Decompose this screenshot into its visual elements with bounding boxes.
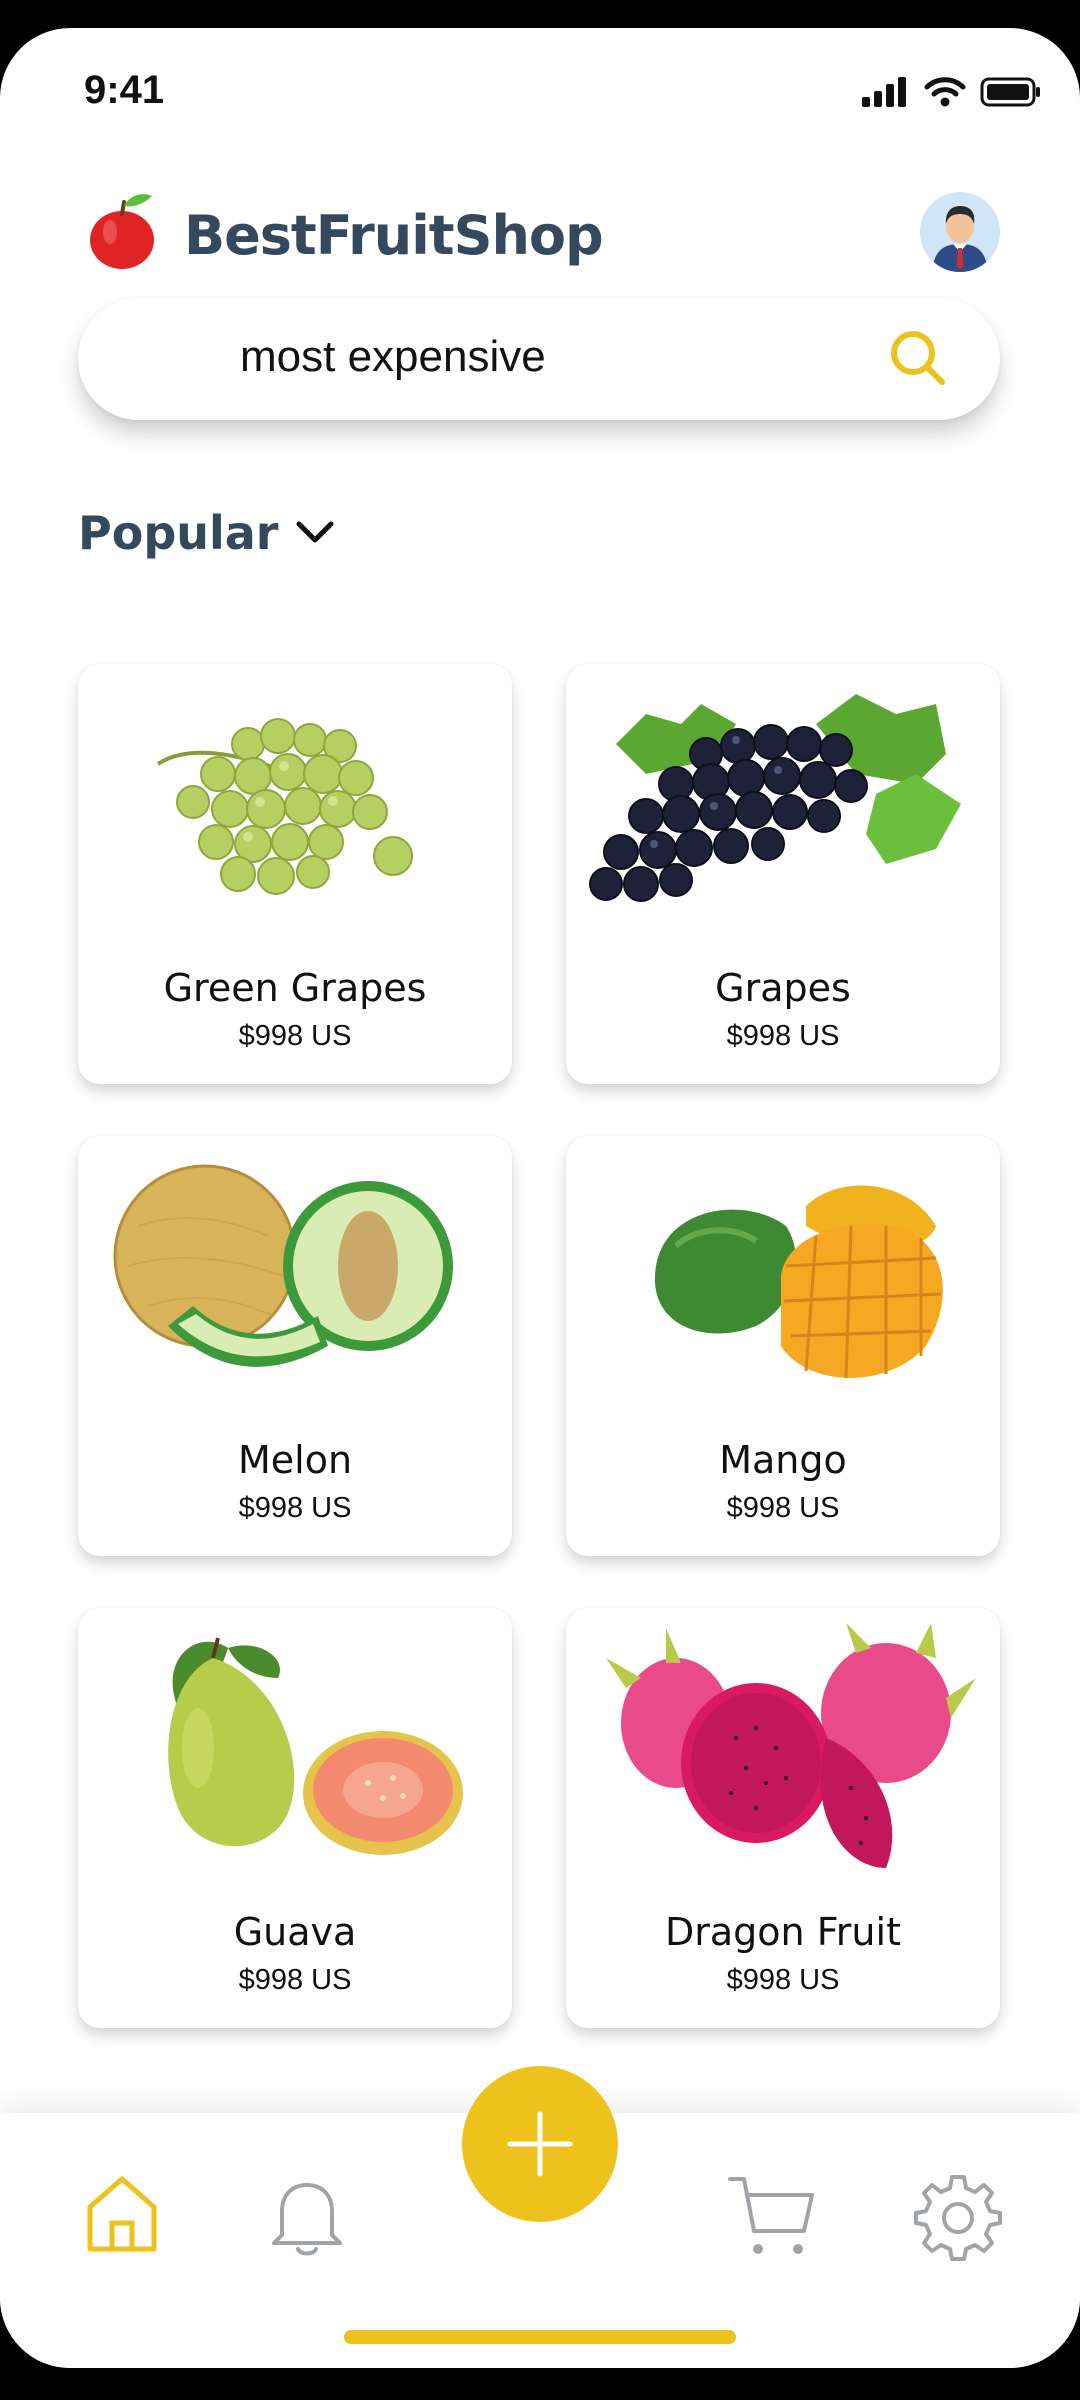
app-header: BestFruitShop [0,158,1080,308]
apple-icon [90,194,154,269]
product-name: Melon [237,1438,353,1482]
cart-icon[interactable] [726,2171,818,2263]
product-price: $998 US [238,1492,352,1524]
guava-image [168,1637,463,1855]
battery-icon [980,77,1040,107]
home-icon[interactable] [84,2173,160,2255]
bell-icon[interactable] [268,2173,346,2259]
home-indicator [344,2330,736,2344]
status-time: 9:41 [84,68,165,112]
product-card[interactable]: Guava $998 US [78,1608,512,2028]
mango-image [654,1185,943,1379]
product-name: Green Grapes [163,966,427,1010]
user-avatar[interactable] [920,192,1000,272]
product-card[interactable]: Mango $998 US [566,1136,1000,1556]
product-card[interactable]: Melon $998 US [78,1136,512,1556]
chevron-down-icon [296,521,333,543]
product-card[interactable]: Dragon Fruit $998 US [566,1608,1000,2028]
status-bar: 9:41 [0,28,1080,158]
dragon-fruit-image [606,1623,976,1868]
avatar-icon [932,206,988,272]
search-bar[interactable]: most expensive [78,298,1000,420]
grapes-image [589,694,961,902]
melon-image [113,1164,453,1367]
wifi-icon [924,77,966,107]
sort-dropdown-label: Popular [78,506,279,560]
green-grapes-image [156,718,413,895]
add-button[interactable] [462,2066,618,2222]
product-price: $998 US [238,1020,352,1052]
phone-screen: 9:41 BestFruitShop most expensive Popula… [0,28,1080,2368]
product-price: $998 US [726,1492,840,1524]
product-price: $998 US [238,1964,352,1996]
signal-icon [862,77,906,107]
search-icon[interactable] [888,328,948,388]
gear-icon[interactable] [912,2171,1004,2263]
search-input[interactable]: most expensive [240,332,546,382]
status-icons [862,76,1042,108]
product-card[interactable]: Grapes $998 US [566,664,1000,1084]
product-name: Grapes [715,966,851,1010]
product-name: Guava [233,1910,357,1954]
brand-title: BestFruitShop [184,204,604,267]
product-name: Mango [719,1438,847,1482]
product-name: Dragon Fruit [665,1910,901,1954]
product-card[interactable]: Green Grapes $998 US [78,664,512,1084]
plus-icon [507,2111,573,2177]
product-price: $998 US [726,1964,840,1996]
product-price: $998 US [726,1020,840,1052]
sort-dropdown[interactable]: Popular [78,506,335,560]
